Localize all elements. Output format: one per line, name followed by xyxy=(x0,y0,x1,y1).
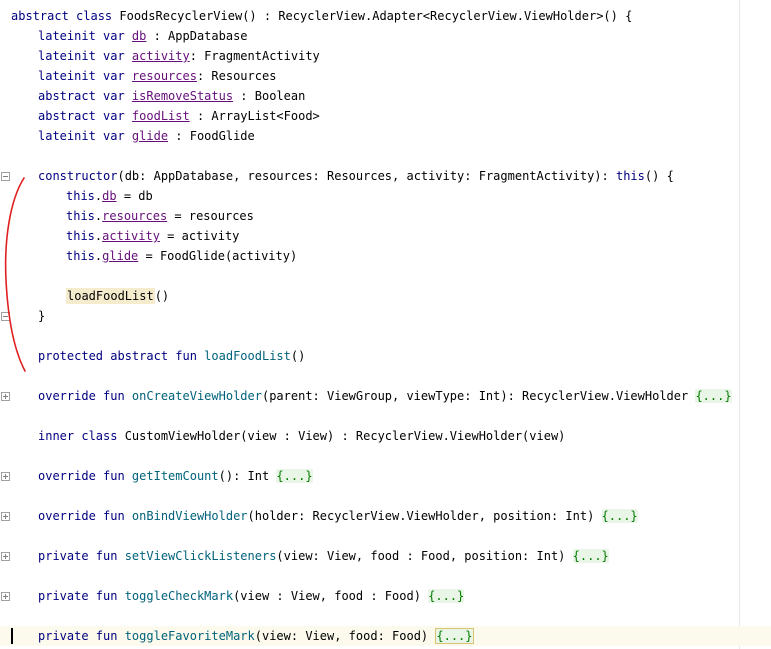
folded-code-block[interactable]: {...} xyxy=(435,628,474,644)
keyword-token: constructor xyxy=(38,169,118,183)
code-line[interactable]: private fun toggleCheckMark(view : View,… xyxy=(38,586,465,606)
field-token: db xyxy=(102,189,117,203)
code-line[interactable]: override fun getItemCount(): Int {...} xyxy=(38,466,313,486)
keyword-token: override fun xyxy=(38,509,132,523)
folded-code-block[interactable]: {...} xyxy=(276,469,313,483)
code-line[interactable]: override fun onCreateViewHolder(parent: … xyxy=(38,386,732,406)
keyword-token: private fun xyxy=(38,549,125,563)
red-bracket-annotation xyxy=(4,177,26,372)
code-line[interactable]: override fun onBindViewHolder(holder: Re… xyxy=(38,506,638,526)
code-line[interactable]: this.db = db xyxy=(66,186,153,206)
code-token: : Resources xyxy=(196,69,277,83)
code-line[interactable]: this.resources = resources xyxy=(66,206,254,226)
code-token: FoodsRecyclerView() : RecyclerView.Adapt… xyxy=(119,9,633,23)
function-name-token: setViewClickListeners xyxy=(124,549,277,563)
field-token: foodList xyxy=(131,109,190,123)
folded-code-block[interactable]: {...} xyxy=(695,389,732,403)
code-line[interactable]: this.activity = activity xyxy=(66,226,239,246)
function-name-token: onBindViewHolder xyxy=(131,509,248,523)
field-token: glide xyxy=(102,249,139,263)
code-token: (view: View, food : Food, position: Int) xyxy=(276,549,573,563)
keyword-token: private fun xyxy=(38,589,125,603)
folded-code-block[interactable]: {...} xyxy=(601,509,638,523)
code-token: (holder: RecyclerView.ViewHolder, positi… xyxy=(247,509,602,523)
field-token: resources xyxy=(131,69,197,83)
keyword-token: this xyxy=(66,229,95,243)
keyword-token: abstract var xyxy=(38,89,132,103)
keyword-token: this xyxy=(66,249,95,263)
field-token: activity xyxy=(102,229,160,243)
keyword-token: private fun xyxy=(38,629,125,643)
code-line[interactable]: inner class CustomViewHolder(view : View… xyxy=(38,426,565,446)
field-token: activity xyxy=(131,49,190,63)
code-token: () xyxy=(290,349,306,363)
code-token: = db xyxy=(116,189,153,203)
keyword-token: this xyxy=(66,189,95,203)
code-line[interactable]: lateinit var glide : FoodGlide xyxy=(38,126,255,146)
field-token: db xyxy=(131,29,147,43)
keyword-token: override fun xyxy=(38,469,132,483)
function-name-token: toggleFavoriteMark xyxy=(124,629,255,643)
keyword-token: lateinit var xyxy=(38,69,132,83)
code-token: CustomViewHolder(view : View) : Recycler… xyxy=(124,429,566,443)
code-line[interactable]: lateinit var resources: Resources xyxy=(38,66,276,86)
code-token: : FoodGlide xyxy=(168,129,255,143)
code-token: : FragmentActivity xyxy=(189,49,320,63)
keyword-token: this xyxy=(66,209,95,223)
code-token: : AppDatabase xyxy=(146,29,248,43)
function-call-token: loadFoodList xyxy=(66,288,155,304)
code-line[interactable]: lateinit var db : AppDatabase xyxy=(38,26,248,46)
field-token: glide xyxy=(131,129,169,143)
keyword-token: this xyxy=(615,169,645,183)
code-token: (view: View, food: Food) xyxy=(254,629,436,643)
code-token: = resources xyxy=(167,209,254,223)
code-line[interactable]: lateinit var activity: FragmentActivity xyxy=(38,46,320,66)
function-name-token: getItemCount xyxy=(131,469,219,483)
keyword-token: lateinit var xyxy=(38,129,132,143)
right-margin-guide xyxy=(739,0,740,649)
field-token: resources xyxy=(102,209,168,223)
code-line[interactable]: protected abstract fun loadFoodList() xyxy=(38,346,305,366)
keyword-token: protected abstract fun xyxy=(38,349,205,363)
code-token: : Boolean xyxy=(233,89,306,103)
keyword-token: lateinit var xyxy=(38,49,132,63)
keyword-token: override fun xyxy=(38,389,132,403)
field-token: isRemoveStatus xyxy=(131,89,234,103)
code-line[interactable]: abstract var foodList : ArrayList<Food> xyxy=(38,106,320,126)
code-token: () xyxy=(154,289,170,303)
code-token: (): Int xyxy=(218,469,277,483)
code-line[interactable]: abstract var isRemoveStatus : Boolean xyxy=(38,86,305,106)
code-line[interactable]: private fun setViewClickListeners(view: … xyxy=(38,546,609,566)
folded-code-block[interactable]: {...} xyxy=(572,549,609,563)
function-name-token: onCreateViewHolder xyxy=(131,389,262,403)
code-token: (view : View, food : Food) xyxy=(233,589,429,603)
code-token: = FoodGlide(activity) xyxy=(138,249,298,263)
code-line[interactable]: loadFoodList() xyxy=(66,286,169,306)
code-line[interactable]: abstract class FoodsRecyclerView() : Rec… xyxy=(11,6,632,26)
code-token: = activity xyxy=(159,229,240,243)
function-name-token: toggleCheckMark xyxy=(124,589,234,603)
code-token: (db: AppDatabase, resources: Resources, … xyxy=(117,169,616,183)
code-editor[interactable]: abstract class FoodsRecyclerView() : Rec… xyxy=(0,0,771,649)
folded-code-block[interactable]: {...} xyxy=(428,589,465,603)
code-token: (parent: ViewGroup, viewType: Int): Recy… xyxy=(261,389,696,403)
code-token: () { xyxy=(644,169,674,183)
keyword-token: inner class xyxy=(38,429,125,443)
code-line[interactable]: this.glide = FoodGlide(activity) xyxy=(66,246,297,266)
code-line[interactable]: private fun toggleFavoriteMark(view: Vie… xyxy=(38,626,474,646)
code-token: : ArrayList<Food> xyxy=(189,109,320,123)
function-name-token: loadFoodList xyxy=(204,349,291,363)
keyword-token: abstract var xyxy=(38,109,132,123)
code-line[interactable]: constructor(db: AppDatabase, resources: … xyxy=(38,166,674,186)
keyword-token: lateinit var xyxy=(38,29,132,43)
